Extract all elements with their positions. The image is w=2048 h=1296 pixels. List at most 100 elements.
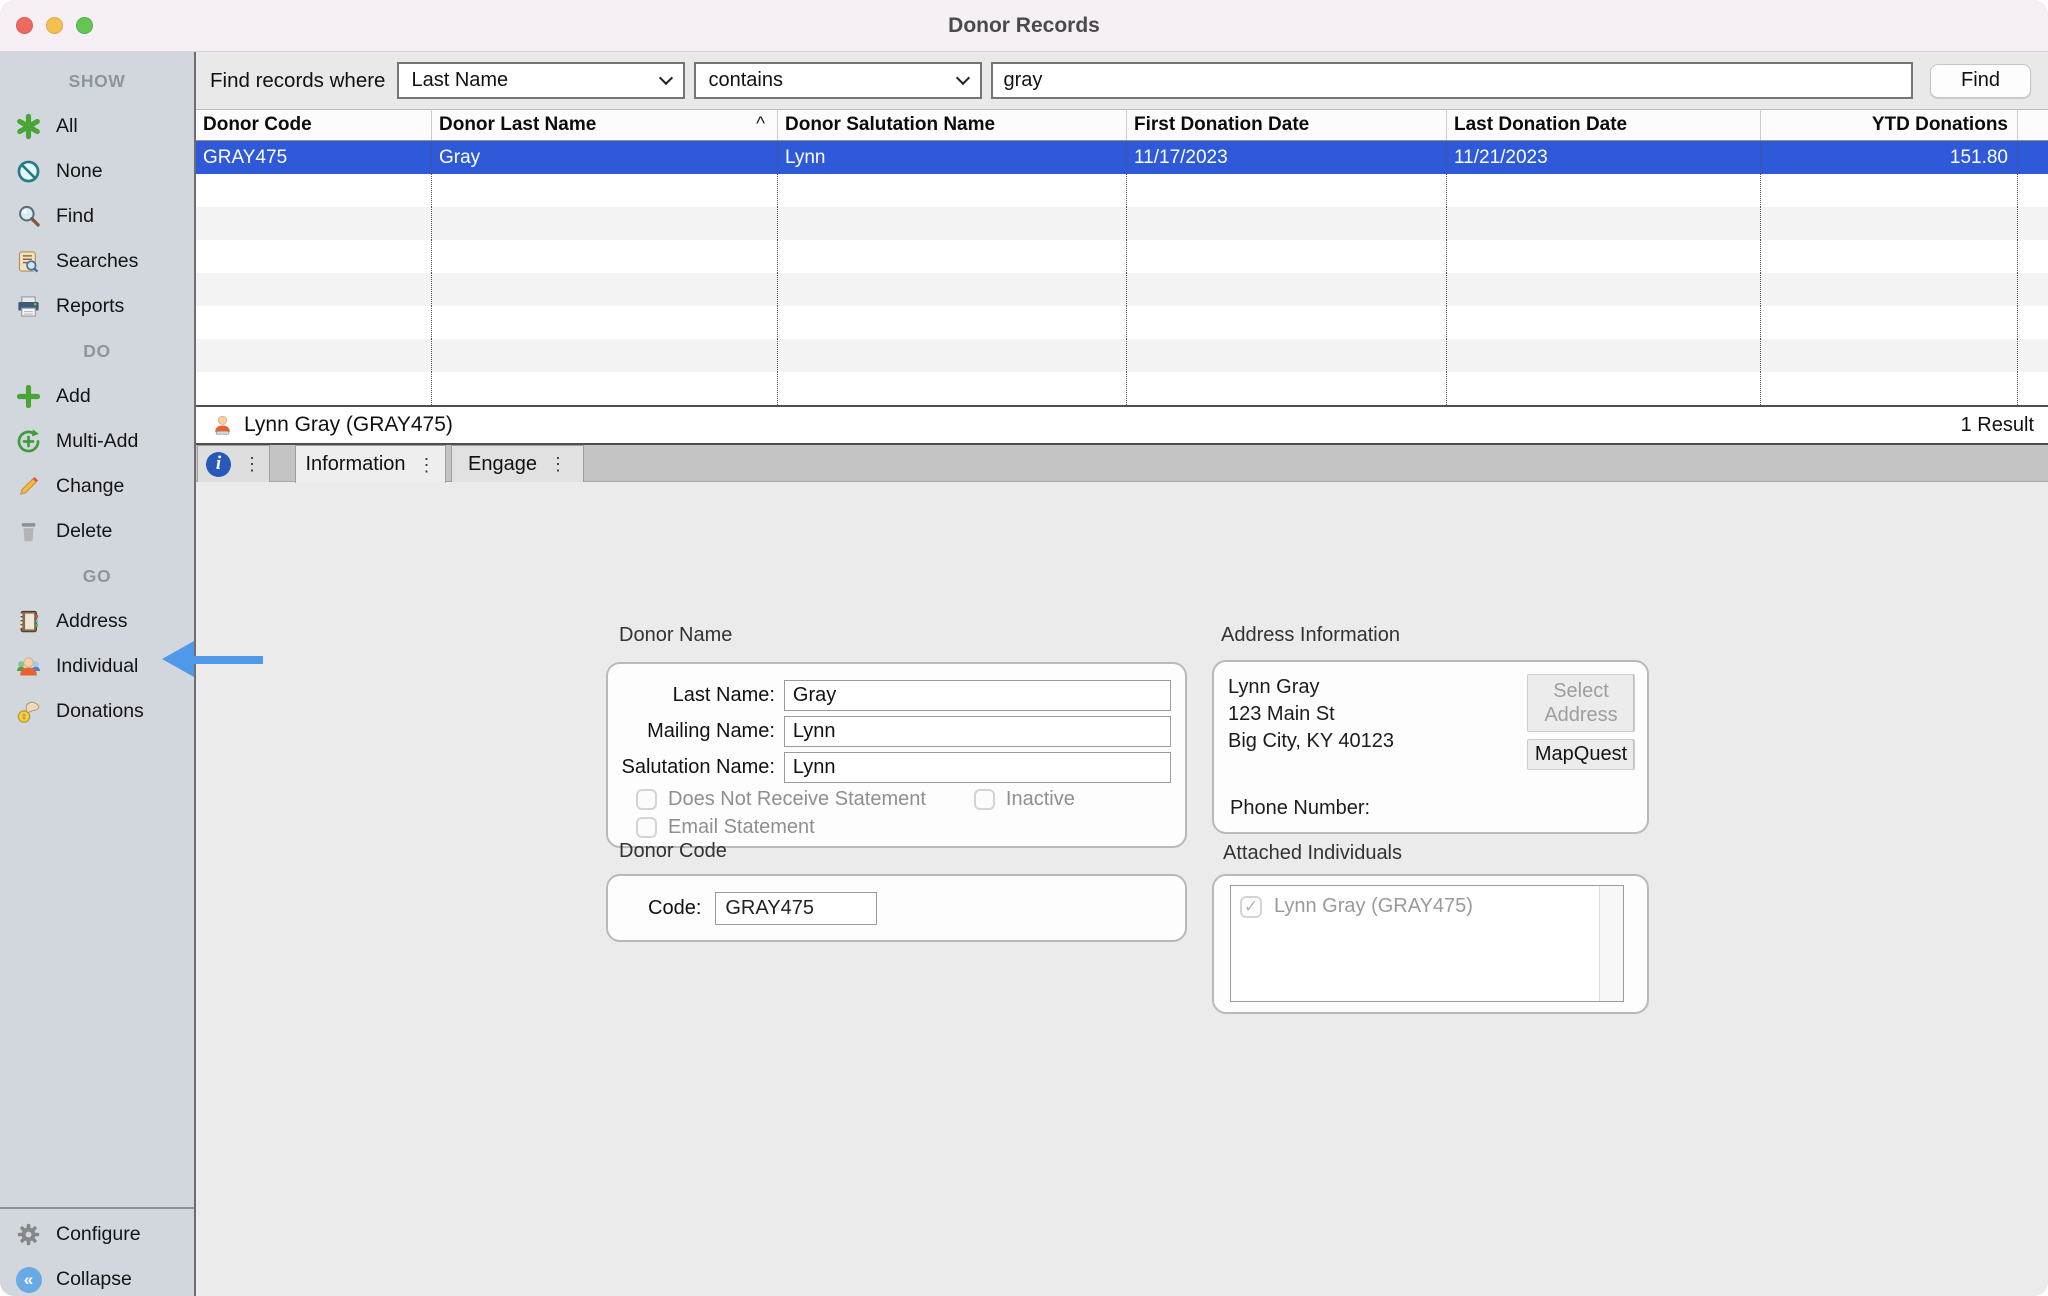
zoom-button[interactable] bbox=[76, 17, 93, 34]
column-header-donor-salutation-name[interactable]: Donor Salutation Name bbox=[778, 110, 1127, 140]
sidebar-item-find[interactable]: Find bbox=[0, 194, 194, 239]
sidebar-item-reports[interactable]: Reports bbox=[0, 284, 194, 329]
table-row-empty[interactable] bbox=[196, 174, 2048, 207]
checked-checkbox-icon[interactable]: ✓ bbox=[1240, 896, 1262, 918]
no-entry-icon bbox=[15, 158, 42, 185]
tab-info[interactable]: i ⋮ bbox=[197, 445, 270, 482]
table-row-empty[interactable] bbox=[196, 207, 2048, 240]
plus-icon bbox=[15, 383, 42, 410]
address-line-name: Lynn Gray bbox=[1228, 674, 1527, 701]
search-query-value: gray bbox=[1003, 69, 1042, 92]
attached-individual-label: Lynn Gray (GRAY475) bbox=[1274, 895, 1473, 918]
field-select[interactable]: Last Name bbox=[397, 62, 685, 99]
find-bar: Find records where Last Name contains gr… bbox=[196, 52, 2048, 110]
sidebar-label-change: Change bbox=[56, 475, 124, 498]
sidebar-item-configure[interactable]: Configure bbox=[0, 1212, 194, 1257]
mailing-name-field[interactable]: Lynn bbox=[784, 716, 1171, 747]
column-header-donor-code[interactable]: Donor Code bbox=[196, 110, 432, 140]
list-scrollbar[interactable] bbox=[1599, 886, 1623, 1001]
sidebar-item-donations[interactable]: Donations bbox=[0, 689, 194, 734]
operator-select[interactable]: contains bbox=[694, 62, 982, 99]
sidebar-label-donations: Donations bbox=[56, 700, 144, 723]
information-panel: Donor Name Last Name: Gray Mailing Name:… bbox=[196, 482, 2048, 1296]
results-table: GRAY475 Gray Lynn 11/17/2023 11/21/2023 … bbox=[196, 141, 2048, 407]
tab-engage[interactable]: Engage ⋮ bbox=[451, 445, 584, 482]
salutation-name-field[interactable]: Lynn bbox=[784, 752, 1171, 783]
donor-name-group-label: Donor Name bbox=[619, 624, 732, 647]
cell-first-donation: 11/17/2023 bbox=[1127, 141, 1447, 174]
mailing-name-label: Mailing Name: bbox=[618, 720, 784, 743]
find-button[interactable]: Find bbox=[1930, 64, 2031, 98]
operator-select-value: contains bbox=[708, 69, 783, 92]
last-name-label: Last Name: bbox=[618, 684, 784, 707]
sidebar-label-add: Add bbox=[56, 385, 91, 408]
attached-individuals-list[interactable]: ✓ Lynn Gray (GRAY475) bbox=[1230, 885, 1624, 1002]
does-not-receive-statement-checkbox[interactable] bbox=[636, 789, 657, 810]
email-statement-label: Email Statement bbox=[668, 816, 815, 839]
list-item[interactable]: ✓ Lynn Gray (GRAY475) bbox=[1240, 895, 1623, 918]
table-header: Donor Code Donor Last Name^ Donor Saluta… bbox=[196, 110, 2048, 141]
table-row-empty[interactable] bbox=[196, 306, 2048, 339]
table-header-gutter bbox=[2018, 110, 2045, 140]
person-icon bbox=[210, 413, 235, 438]
address-line-city: Big City, KY 40123 bbox=[1228, 728, 1527, 755]
saved-searches-icon bbox=[15, 248, 42, 275]
sidebar-item-individual[interactable]: Individual bbox=[0, 644, 194, 689]
mapquest-button[interactable]: MapQuest bbox=[1527, 739, 1635, 770]
sidebar-item-all[interactable]: All bbox=[0, 104, 194, 149]
column-header-last-donation-date[interactable]: Last Donation Date bbox=[1447, 110, 1761, 140]
traffic-lights bbox=[16, 0, 93, 51]
sidebar-item-add[interactable]: Add bbox=[0, 374, 194, 419]
column-header-first-donation-date[interactable]: First Donation Date bbox=[1127, 110, 1447, 140]
column-header-ytd-donations[interactable]: YTD Donations bbox=[1761, 110, 2018, 140]
tab-grip-icon: ⋮ bbox=[549, 455, 567, 473]
sidebar-item-address[interactable]: Address bbox=[0, 599, 194, 644]
salutation-name-label: Salutation Name: bbox=[618, 756, 784, 779]
close-button[interactable] bbox=[16, 17, 33, 34]
info-icon: i bbox=[206, 452, 231, 477]
phone-number-label: Phone Number: bbox=[1230, 797, 1370, 820]
address-block: Lynn Gray 123 Main St Big City, KY 40123 bbox=[1228, 674, 1527, 770]
sidebar-item-delete[interactable]: Delete bbox=[0, 509, 194, 554]
table-row-empty[interactable] bbox=[196, 273, 2048, 306]
table-row-empty[interactable] bbox=[196, 240, 2048, 273]
collapse-icon: « bbox=[15, 1266, 42, 1293]
chevron-down-icon bbox=[956, 71, 970, 85]
donor-code-group-label: Donor Code bbox=[619, 840, 727, 863]
sidebar-item-collapse[interactable]: « Collapse bbox=[0, 1257, 194, 1296]
tab-information-label: Information bbox=[305, 453, 405, 476]
sidebar-section-go: GO bbox=[0, 554, 194, 599]
sidebar-label-find: Find bbox=[56, 205, 94, 228]
minimize-button[interactable] bbox=[46, 17, 63, 34]
table-row-empty[interactable] bbox=[196, 339, 2048, 372]
result-count: 1 Result bbox=[1961, 414, 2034, 437]
code-field[interactable]: GRAY475 bbox=[715, 892, 877, 925]
table-row-selected[interactable]: GRAY475 Gray Lynn 11/17/2023 11/21/2023 … bbox=[196, 141, 2048, 174]
coin-hand-icon bbox=[15, 698, 42, 725]
last-name-field[interactable]: Gray bbox=[784, 680, 1171, 711]
sidebar-item-searches[interactable]: Searches bbox=[0, 239, 194, 284]
sidebar-item-multi-add[interactable]: Multi-Add bbox=[0, 419, 194, 464]
email-statement-checkbox[interactable] bbox=[636, 817, 657, 838]
asterisk-icon bbox=[15, 113, 42, 140]
tab-bar: i ⋮ Information ⋮ Engage ⋮ bbox=[196, 445, 2048, 482]
tab-information[interactable]: Information ⋮ bbox=[295, 445, 446, 483]
search-query-input[interactable]: gray bbox=[991, 62, 1913, 99]
window-title: Donor Records bbox=[948, 14, 1100, 38]
tab-engage-label: Engage bbox=[468, 453, 537, 476]
magnifier-icon bbox=[15, 203, 42, 230]
sidebar-label-multi-add: Multi-Add bbox=[56, 430, 138, 453]
sidebar-item-none[interactable]: None bbox=[0, 149, 194, 194]
title-bar: Donor Records bbox=[0, 0, 2048, 52]
sidebar-label-reports: Reports bbox=[56, 295, 124, 318]
select-address-button[interactable]: Select Address bbox=[1527, 674, 1635, 732]
column-header-donor-last-name[interactable]: Donor Last Name^ bbox=[432, 110, 778, 140]
inactive-checkbox[interactable] bbox=[974, 789, 995, 810]
donor-code-panel: Code: GRAY475 bbox=[606, 874, 1187, 942]
sort-ascending-icon: ^ bbox=[756, 114, 777, 136]
cell-salutation: Lynn bbox=[778, 141, 1127, 174]
sidebar-item-change[interactable]: Change bbox=[0, 464, 194, 509]
tab-grip-icon: ⋮ bbox=[243, 455, 261, 473]
table-row-empty[interactable] bbox=[196, 372, 2048, 405]
sidebar-footer: Configure « Collapse bbox=[0, 1207, 194, 1296]
